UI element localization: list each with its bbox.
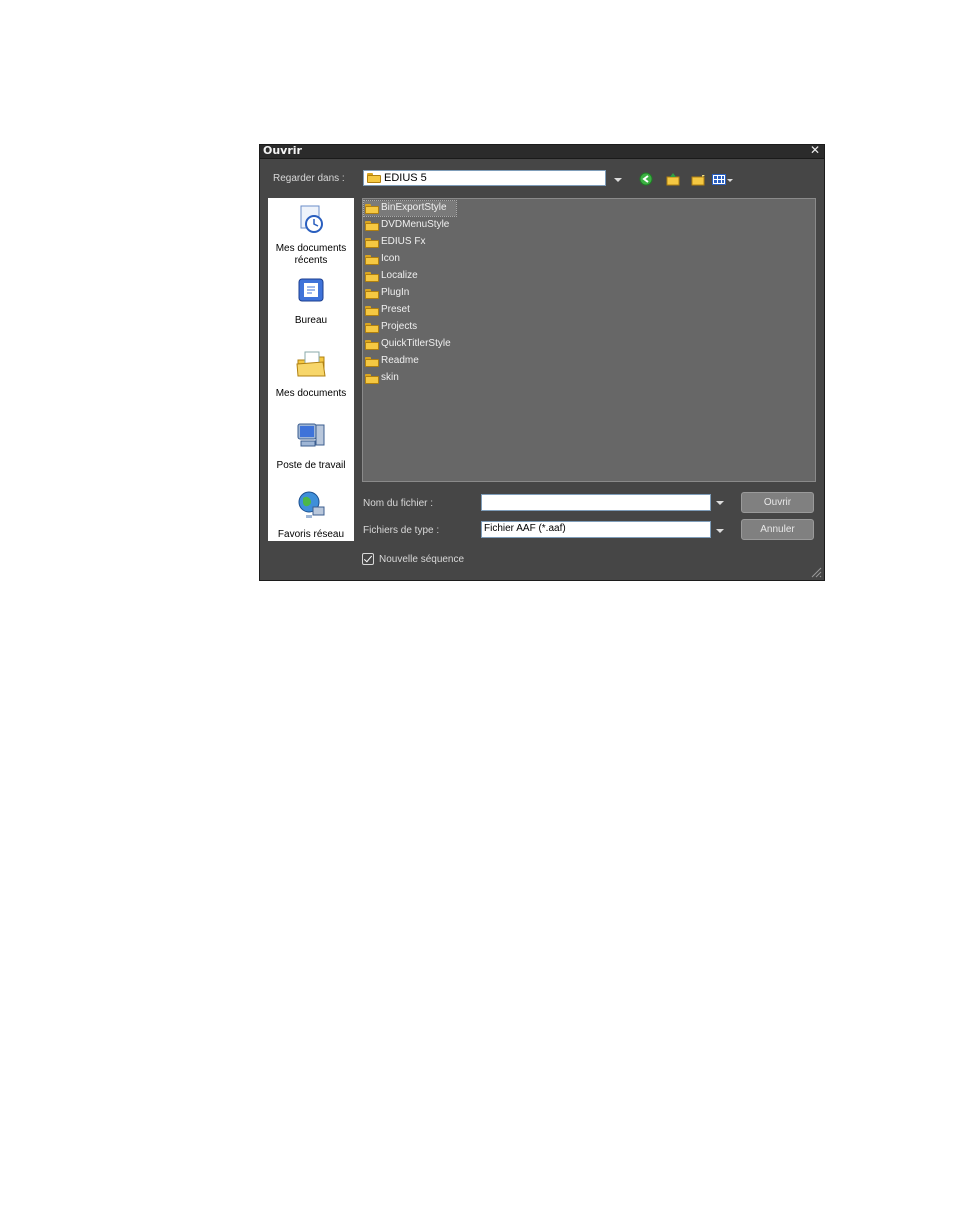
- folder-icon: [365, 340, 379, 350]
- filename-input[interactable]: [481, 494, 711, 511]
- filetype-select[interactable]: Fichier AAF (*.aaf): [481, 521, 711, 538]
- place-label: Mes documents récents: [275, 243, 347, 266]
- filetype-value: Fichier AAF (*.aaf): [484, 523, 566, 534]
- look-in-value: EDIUS 5: [384, 172, 427, 184]
- place-recent-documents[interactable]: Mes documents récents: [268, 203, 354, 267]
- filename-dropdown-icon[interactable]: [716, 501, 724, 505]
- resize-grip-icon[interactable]: [810, 566, 822, 578]
- place-label: Mes documents: [275, 388, 347, 399]
- filename-label: Nom du fichier :: [363, 498, 434, 509]
- cancel-button[interactable]: Annuler: [741, 519, 814, 540]
- place-label: Favoris réseau: [277, 529, 345, 540]
- view-dropdown-icon[interactable]: [727, 179, 733, 182]
- folder-icon: [365, 357, 379, 367]
- place-label: Bureau: [294, 315, 328, 326]
- place-desktop[interactable]: Bureau: [268, 275, 354, 327]
- folder-icon: [365, 238, 379, 248]
- place-label: Poste de travail: [276, 460, 346, 471]
- look-in-label: Regarder dans :: [273, 173, 345, 184]
- new-folder-icon[interactable]: [691, 172, 705, 186]
- folder-icon: [365, 255, 379, 265]
- open-dialog: Ouvrir ✕ Regarder dans : EDIUS 5 Mes doc…: [259, 143, 825, 581]
- folder-icon: [365, 289, 379, 299]
- dialog-title: Ouvrir: [263, 144, 302, 157]
- folder-icon: [365, 306, 379, 316]
- recent-documents-icon: [300, 205, 323, 233]
- folder-icon: [365, 221, 379, 231]
- new-sequence-checkbox[interactable]: [362, 553, 374, 565]
- new-sequence-label: Nouvelle séquence: [379, 554, 465, 565]
- my-computer-icon: [297, 423, 325, 447]
- folder-icon: [365, 204, 379, 214]
- open-button[interactable]: Ouvrir: [741, 492, 814, 513]
- desktop-icon: [298, 278, 324, 302]
- place-my-computer[interactable]: Poste de travail: [268, 420, 354, 472]
- filetype-dropdown-icon[interactable]: [716, 529, 724, 533]
- folder-icon: [365, 374, 379, 384]
- place-my-documents[interactable]: Mes documents: [268, 348, 354, 400]
- open-folder-icon: [367, 173, 381, 183]
- places-bar: Mes documents récents Bureau Mes documen…: [268, 198, 354, 541]
- filetype-label: Fichiers de type :: [363, 525, 440, 536]
- back-icon[interactable]: [639, 172, 653, 186]
- look-in-dropdown-icon[interactable]: [614, 178, 622, 182]
- network-places-icon: [298, 491, 325, 518]
- checkmark-icon: [363, 553, 373, 563]
- folder-icon: [365, 323, 379, 333]
- file-list[interactable]: BinExportStyle DVDMenuStyle EDIUS Fx Ico…: [362, 198, 816, 482]
- title-bar[interactable]: Ouvrir ✕: [260, 143, 824, 159]
- my-documents-icon: [296, 351, 326, 377]
- folder-icon: [365, 272, 379, 282]
- look-in-combo[interactable]: EDIUS 5: [363, 170, 606, 186]
- close-icon[interactable]: ✕: [810, 143, 820, 157]
- list-item[interactable]: BinExportStyle: [363, 200, 457, 217]
- up-folder-icon[interactable]: [666, 172, 680, 186]
- view-menu-icon[interactable]: [712, 172, 726, 186]
- place-network[interactable]: Favoris réseau: [268, 489, 354, 541]
